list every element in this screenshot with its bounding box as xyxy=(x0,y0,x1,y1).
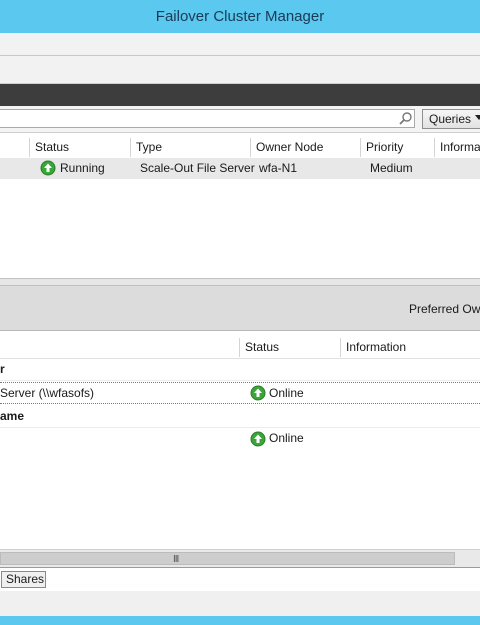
queries-button[interactable]: Queries xyxy=(422,109,480,129)
green-up-arrow-icon xyxy=(40,160,56,176)
column-header-status[interactable]: Status xyxy=(239,338,340,357)
resource-status: Online xyxy=(269,386,304,400)
horizontal-scrollbar[interactable]: III xyxy=(0,549,480,567)
column-header-information[interactable]: Informati xyxy=(434,138,480,157)
table-row[interactable]: Running Scale-Out File Server wfa-N1 Med… xyxy=(0,158,480,179)
green-up-arrow-icon xyxy=(250,431,266,447)
scrollbar-grip-icon: III xyxy=(173,554,179,565)
summary-panel: Preferred Owne xyxy=(0,286,480,331)
tab-strip: Shares xyxy=(0,567,480,592)
resource-name: Server (\\wfasofs) xyxy=(0,386,95,400)
search-input[interactable] xyxy=(0,109,415,128)
menu-bar xyxy=(0,33,480,56)
column-header-information[interactable]: Information xyxy=(340,338,480,357)
list-item[interactable]: Online xyxy=(0,428,480,450)
resource-status: Online xyxy=(269,431,304,445)
tab-shares[interactable]: Shares xyxy=(1,571,46,588)
preferred-owners-label[interactable]: Preferred Owne xyxy=(409,302,480,316)
toolbar xyxy=(0,56,480,84)
roles-grid-header: Status Type Owner Node Priority Informat… xyxy=(0,138,480,159)
pane-header-bar xyxy=(0,84,480,106)
cell-priority: Medium xyxy=(370,161,413,175)
column-header-owner-node[interactable]: Owner Node xyxy=(250,138,360,157)
green-up-arrow-icon xyxy=(250,385,266,401)
group-header[interactable]: ame xyxy=(0,405,480,428)
window-title: Failover Cluster Manager xyxy=(155,8,325,25)
cell-owner-node: wfa-N1 xyxy=(259,161,298,175)
pane-splitter[interactable] xyxy=(0,278,480,286)
column-header-priority[interactable]: Priority xyxy=(360,138,434,157)
resources-grid-header: Status Information xyxy=(0,338,480,359)
bottom-panel xyxy=(0,591,480,616)
scrollbar-thumb[interactable]: III xyxy=(0,552,455,565)
cell-status: Running xyxy=(60,161,105,175)
cell-type: Scale-Out File Server xyxy=(140,161,255,175)
queries-label: Queries xyxy=(429,112,472,126)
column-header-type[interactable]: Type xyxy=(130,138,250,157)
status-bar xyxy=(0,616,480,625)
title-bar: Failover Cluster Manager xyxy=(0,0,480,33)
list-item[interactable]: Server (\\wfasofs) Online xyxy=(0,382,480,404)
chevron-down-icon[interactable] xyxy=(475,115,480,120)
group-header[interactable]: r xyxy=(0,358,480,381)
roles-grid-body xyxy=(0,179,480,278)
filter-bar: Queries xyxy=(0,106,480,133)
column-header-status[interactable]: Status xyxy=(29,138,130,157)
search-icon[interactable] xyxy=(398,111,414,127)
